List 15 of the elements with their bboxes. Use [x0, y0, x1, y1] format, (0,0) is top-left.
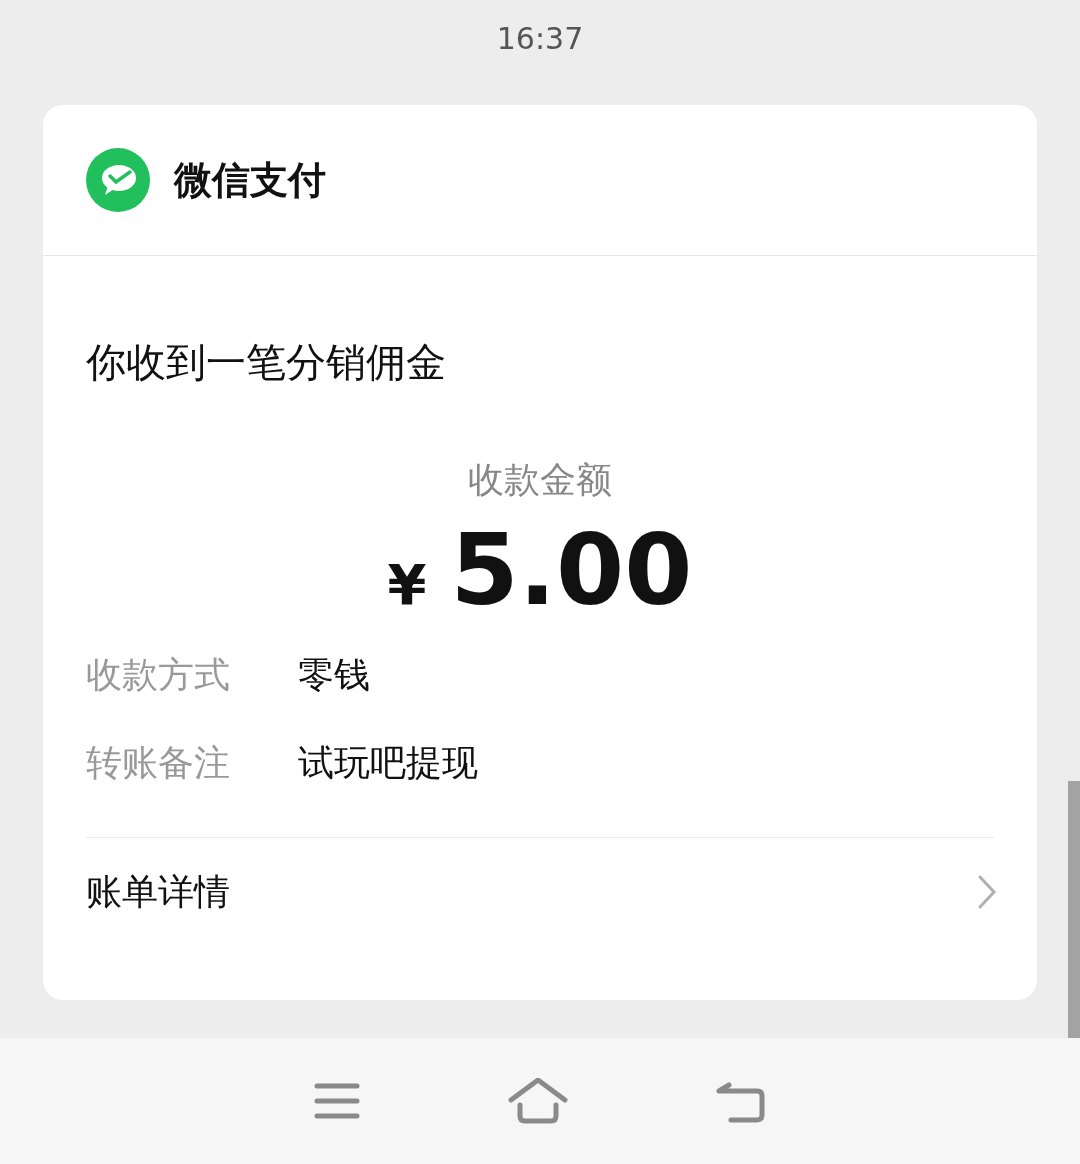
amount-value: 5.00	[450, 521, 693, 620]
detail-label: 转账备注	[86, 741, 231, 786]
detail-value: 试玩吧提现	[298, 741, 478, 786]
bill-details-link[interactable]: 账单详情	[43, 838, 1037, 947]
detail-value: 零钱	[298, 653, 370, 698]
brand-name: 微信支付	[174, 156, 326, 204]
menu-icon[interactable]	[313, 1081, 362, 1121]
home-icon[interactable]	[508, 1078, 568, 1124]
chevron-right-icon	[977, 874, 997, 911]
detail-label: 收款方式	[86, 653, 231, 698]
currency-symbol: ¥	[387, 551, 427, 620]
status-time: 16:37	[496, 19, 584, 58]
wechat-pay-logo-icon	[86, 148, 150, 212]
amount-label: 收款金额	[467, 458, 613, 502]
notice-title: 你收到一笔分销佣金	[85, 338, 447, 386]
